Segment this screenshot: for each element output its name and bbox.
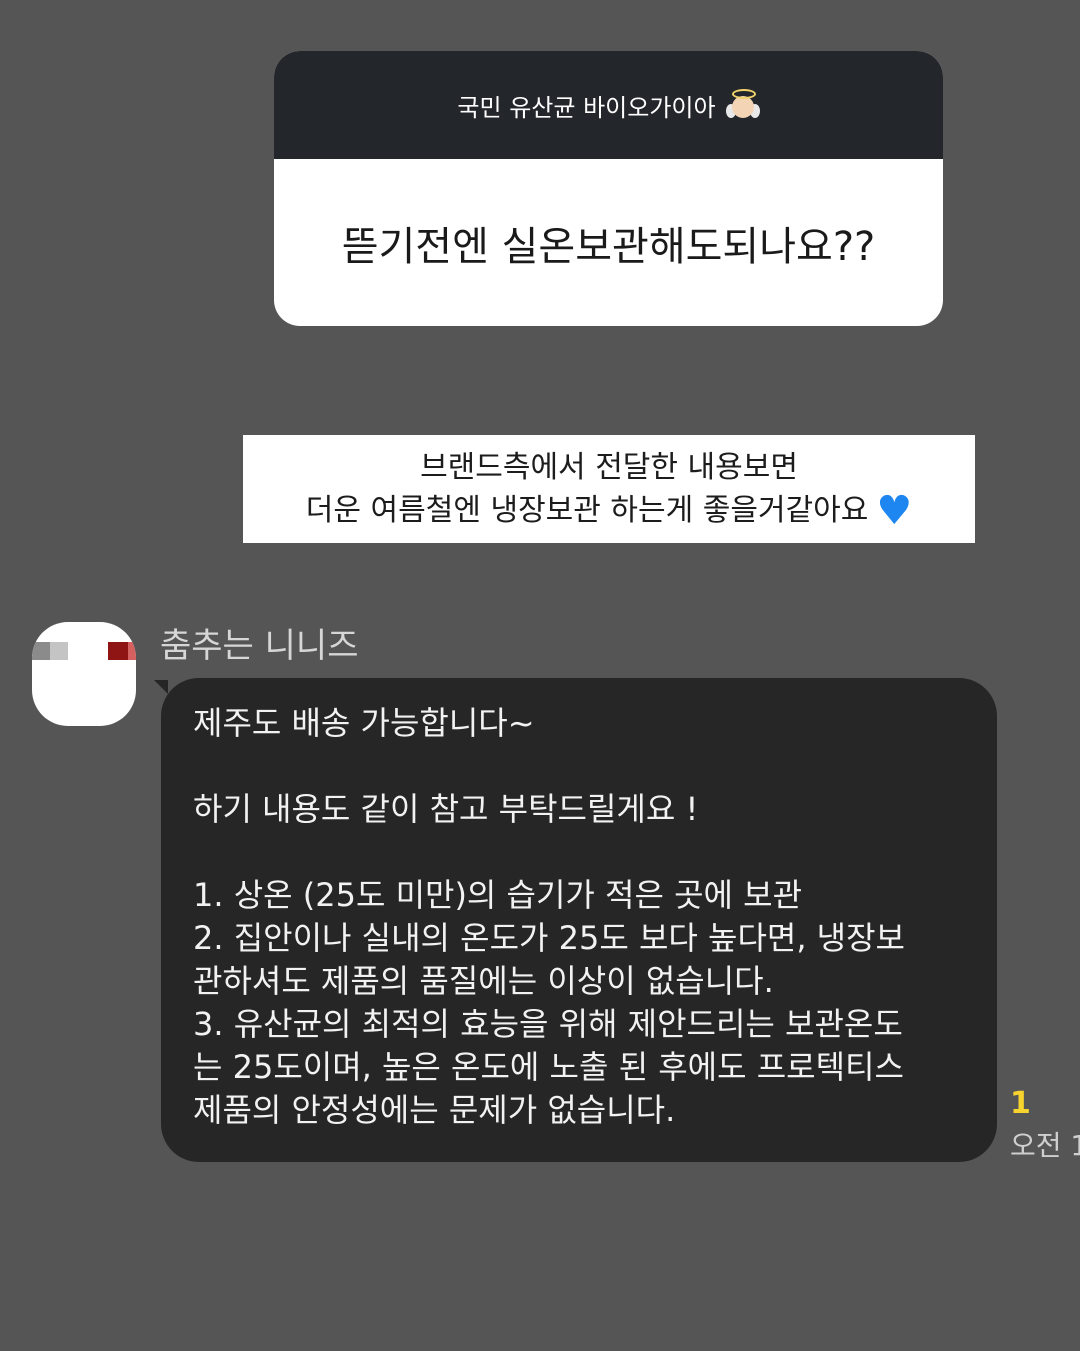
message-line: 3. 유산균의 최적의 효능을 위해 제안드리는 보관온도 bbox=[193, 1005, 903, 1043]
question-sticker-header: 국민 유산균 바이오가이아 bbox=[274, 51, 943, 159]
message-blank-line bbox=[193, 745, 969, 788]
bubble-tail bbox=[154, 680, 168, 694]
message-line: 제주도 배송 가능합니다~ bbox=[193, 704, 535, 742]
message-line: 는 25도이며, 높은 온도에 노출 된 후에도 프로텍티스 bbox=[193, 1048, 904, 1086]
sender-name: 춤추는 니니즈 bbox=[160, 626, 359, 666]
message-line: 1. 상온 (25도 미만)의 습기가 적은 곳에 보관 bbox=[193, 876, 803, 914]
caption-line-2-row: 더운 여름철엔 냉장보관 하는게 좋을거같아요 ♥ bbox=[306, 489, 912, 532]
message-line: 관하셔도 제품의 품질에는 이상이 없습니다. bbox=[193, 962, 774, 1000]
avatar[interactable] bbox=[32, 622, 136, 726]
unread-count: 1 bbox=[1010, 1086, 1031, 1121]
blue-heart-icon: ♥ bbox=[876, 487, 913, 534]
message-blank-line bbox=[193, 831, 969, 874]
message-line: 하기 내용도 같이 참고 부탁드릴게요 ! bbox=[193, 790, 699, 828]
message-line: 제품의 안정성에는 문제가 없습니다. bbox=[193, 1091, 676, 1129]
question-sticker-title: 국민 유산균 바이오가이아 bbox=[457, 93, 716, 122]
caption-line-2: 더운 여름철엔 냉장보관 하는게 좋을거같아요 bbox=[305, 493, 869, 528]
question-sticker: 국민 유산균 바이오가이아 뜯기전엔 실온보관해도되나요?? bbox=[274, 51, 943, 326]
message-bubble[interactable]: 제주도 배송 가능합니다~ 하기 내용도 같이 참고 부탁드릴게요 ! 1. 상온 … bbox=[161, 678, 997, 1162]
angel-emoji-icon bbox=[725, 88, 760, 122]
caption-box: 브랜드측에서 전달한 내용보면 더운 여름철엔 냉장보관 하는게 좋을거같아요 … bbox=[243, 435, 975, 543]
question-text: 뜯기전엔 실온보관해도되나요?? bbox=[341, 223, 876, 270]
caption-line-1: 브랜드측에서 전달한 내용보면 bbox=[420, 450, 798, 485]
message-time: 오전 1 bbox=[1010, 1129, 1080, 1162]
message-line: 2. 집안이나 실내의 온도가 25도 보다 높다면, 냉장보 bbox=[193, 919, 905, 957]
